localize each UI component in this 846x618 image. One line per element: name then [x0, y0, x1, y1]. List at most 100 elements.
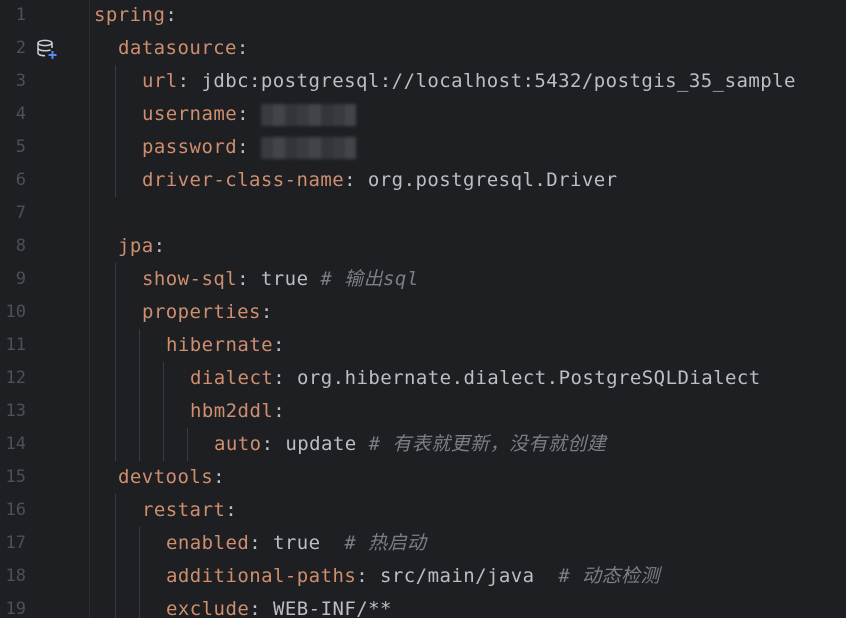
yaml-colon: : — [249, 532, 262, 554]
yaml-key: exclude — [166, 598, 250, 618]
code-text[interactable]: auto: update # 有表就更新，没有就创建 — [214, 428, 606, 461]
line-number: 2 — [15, 38, 26, 58]
code-line[interactable]: 2 datasource: — [0, 32, 846, 65]
yaml-colon: : — [260, 301, 273, 323]
code-line[interactable]: 14 auto: update # 有表就更新，没有就创建 — [0, 428, 846, 461]
code-line[interactable]: 12 dialect: org.hibernate.dialect.Postgre… — [0, 362, 846, 395]
yaml-colon: : — [236, 37, 249, 59]
line-number: 9 — [15, 269, 26, 289]
yaml-key: hibernate — [166, 334, 274, 356]
yaml-key: username — [142, 103, 238, 125]
code-line[interactable]: 10 properties: — [0, 296, 846, 329]
yaml-key: additional-paths — [166, 565, 357, 587]
line-number: 4 — [15, 104, 26, 124]
line-number: 3 — [15, 71, 26, 91]
code-text[interactable]: url: jdbc:postgresql://localhost:5432/po… — [142, 65, 796, 98]
yaml-key: hbm2ddl — [190, 400, 274, 422]
code-text[interactable]: spring: — [94, 0, 177, 32]
yaml-comment: # 输出sql — [320, 268, 419, 290]
line-number: 17 — [5, 533, 26, 553]
code-line[interactable]: 19 exclude: WEB-INF/** — [0, 593, 846, 618]
redacted-value — [260, 103, 356, 126]
yaml-key: dialect — [190, 367, 274, 389]
yaml-colon: : — [177, 70, 190, 92]
yaml-comment: # 动态检测 — [558, 565, 660, 587]
code-line[interactable]: 15 devtools: — [0, 461, 846, 494]
code-text[interactable]: driver-class-name: org.postgresql.Driver — [142, 164, 618, 197]
yaml-key: show-sql — [142, 268, 238, 290]
redacted-value — [260, 136, 356, 159]
line-number: 1 — [15, 5, 26, 25]
code-text[interactable]: exclude: WEB-INF/** — [166, 593, 392, 618]
code-text[interactable]: properties: — [142, 296, 273, 329]
code-text[interactable]: hbm2ddl: — [190, 395, 285, 428]
code-text[interactable]: jpa: — [118, 230, 166, 263]
yaml-key: devtools — [118, 466, 214, 488]
code-text[interactable]: dialect: org.hibernate.dialect.PostgreSQ… — [190, 362, 761, 395]
yaml-key: properties — [142, 301, 261, 323]
yaml-colon: : — [165, 4, 178, 26]
yaml-value — [249, 103, 261, 125]
yaml-colon: : — [225, 499, 238, 521]
code-line[interactable]: 18 additional-paths: src/main/java # 动态检测 — [0, 560, 846, 593]
yaml-colon: : — [213, 466, 226, 488]
code-line[interactable]: 7 — [0, 197, 846, 230]
code-text[interactable]: show-sql: true # 输出sql — [142, 263, 419, 296]
code-line[interactable]: 8 jpa: — [0, 230, 846, 263]
code-line[interactable]: 13 hbm2ddl: — [0, 395, 846, 428]
database-add-icon[interactable] — [36, 38, 58, 60]
code-editor[interactable]: 1 spring: 2 datasource: 3 url: jdbc:postgresq… — [0, 0, 846, 618]
yaml-colon: : — [153, 235, 166, 257]
line-number: 10 — [5, 302, 26, 322]
line-number: 14 — [5, 434, 26, 454]
yaml-value: org.postgresql.Driver — [356, 169, 618, 191]
code-line[interactable]: 16 restart: — [0, 494, 846, 527]
yaml-comment: # 热启动 — [344, 532, 427, 554]
code-text[interactable]: hibernate: — [166, 329, 285, 362]
code-text[interactable]: username: — [142, 98, 356, 131]
line-number: 11 — [5, 335, 26, 355]
code-text[interactable]: additional-paths: src/main/java # 动态检测 — [166, 560, 660, 593]
yaml-colon: : — [237, 103, 250, 125]
yaml-value: true — [249, 268, 321, 290]
yaml-value: WEB-INF/** — [261, 598, 392, 618]
code-line[interactable]: 9 show-sql: true # 输出sql — [0, 263, 846, 296]
line-number: 7 — [15, 203, 26, 223]
code-text[interactable]: devtools: — [118, 461, 225, 494]
yaml-value: jdbc:postgresql://localhost:5432/postgis… — [189, 70, 796, 92]
yaml-key: url — [142, 70, 178, 92]
code-text[interactable]: datasource: — [118, 32, 249, 65]
line-number: 13 — [5, 401, 26, 421]
line-number: 5 — [15, 137, 26, 157]
yaml-key: enabled — [166, 532, 250, 554]
yaml-comment: # 有表就更新，没有就创建 — [368, 433, 607, 455]
line-number: 18 — [5, 566, 26, 586]
yaml-value: org.hibernate.dialect.PostgreSQLDialect — [285, 367, 761, 389]
yaml-colon: : — [237, 268, 250, 290]
code-text[interactable]: password: — [142, 131, 356, 164]
yaml-colon: : — [344, 169, 357, 191]
line-number: 16 — [5, 500, 26, 520]
yaml-colon: : — [273, 334, 285, 356]
yaml-value — [249, 136, 261, 158]
line-number: 8 — [15, 236, 26, 256]
code-text[interactable]: enabled: true # 热启动 — [166, 527, 427, 560]
yaml-colon: : — [261, 433, 274, 455]
line-number: 6 — [15, 170, 26, 190]
line-number: 19 — [5, 599, 26, 618]
yaml-value: src/main/java — [368, 565, 559, 587]
yaml-colon: : — [273, 367, 286, 389]
code-line[interactable]: 11 hibernate: — [0, 329, 846, 362]
yaml-key: datasource — [118, 37, 237, 59]
code-line[interactable]: 1 spring: — [0, 0, 846, 32]
code-line[interactable]: 3 url: jdbc:postgresql://localhost:5432/p… — [0, 65, 846, 98]
code-line[interactable]: 17 enabled: true # 热启动 — [0, 527, 846, 560]
yaml-key: jpa — [118, 235, 154, 257]
code-text[interactable]: restart: — [142, 494, 237, 527]
yaml-colon: : — [356, 565, 369, 587]
code-line[interactable]: 4 username: — [0, 98, 846, 131]
yaml-value: update — [273, 433, 369, 455]
code-line[interactable]: 5 password: — [0, 131, 846, 164]
yaml-key: driver-class-name — [142, 169, 345, 191]
code-line[interactable]: 6 driver-class-name: org.postgresql.Drive… — [0, 164, 846, 197]
